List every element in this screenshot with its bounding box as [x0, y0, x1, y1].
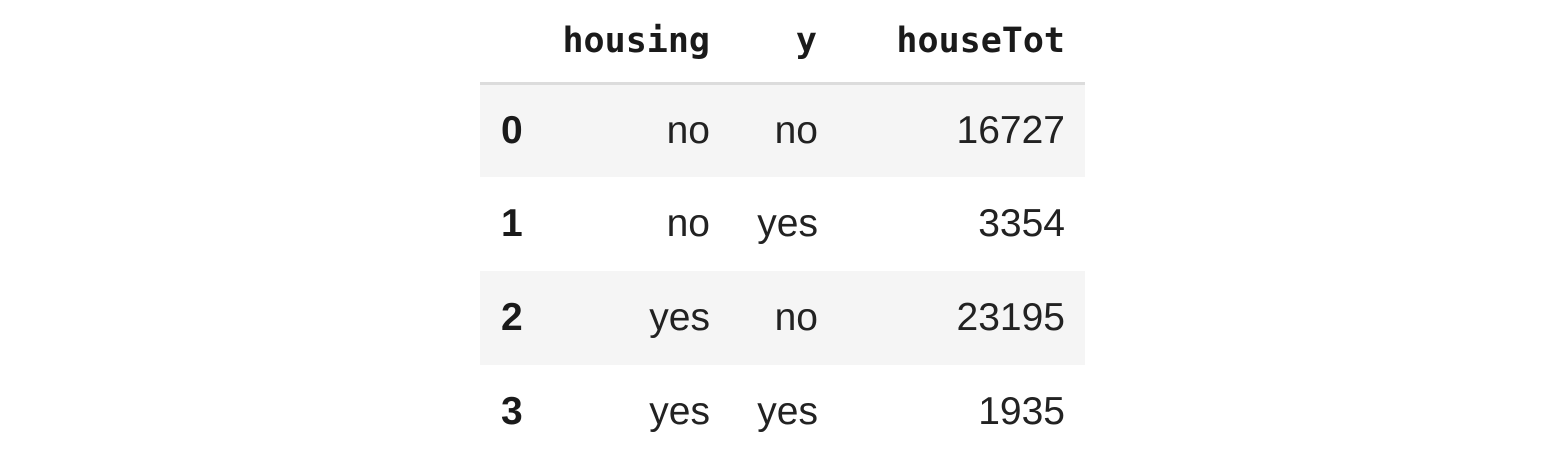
index-column-header	[480, 0, 560, 85]
row-index: 3	[501, 390, 523, 433]
table-row: 2 yes no 23195	[480, 271, 1085, 365]
row-index: 0	[501, 108, 523, 152]
cell-housing: no	[666, 202, 710, 245]
table-row: 3 yes yes 1935	[480, 365, 1085, 459]
column-header-housetot: houseTot	[838, 0, 1085, 85]
cell-housetot: 23195	[956, 296, 1065, 339]
cell-housing: yes	[649, 390, 710, 433]
cell-y: yes	[757, 390, 818, 433]
cell-housetot: 3354	[978, 202, 1065, 245]
dataframe-table: housing y houseTot 0 no no 16727 1 no ye…	[480, 0, 1085, 459]
column-header-housing: housing	[560, 0, 730, 85]
dataframe-table-container: housing y houseTot 0 no no 16727 1 no ye…	[480, 0, 1085, 459]
header-row: housing y houseTot	[480, 0, 1085, 85]
cell-housetot: 16727	[956, 108, 1065, 152]
column-header-y: y	[730, 0, 838, 85]
table-body: 0 no no 16727 1 no yes 3354 2 yes no 231…	[480, 83, 1085, 459]
table-row: 1 no yes 3354	[480, 177, 1085, 271]
table-row: 0 no no 16727	[480, 83, 1085, 177]
cell-housing: no	[666, 108, 710, 152]
cell-y: no	[774, 296, 818, 339]
row-index: 1	[501, 202, 523, 245]
table-header: housing y houseTot	[480, 0, 1085, 85]
row-index: 2	[501, 296, 523, 339]
cell-y: no	[774, 108, 818, 152]
cell-y: yes	[757, 202, 818, 245]
cell-housing: yes	[649, 296, 710, 339]
cell-housetot: 1935	[978, 390, 1065, 433]
